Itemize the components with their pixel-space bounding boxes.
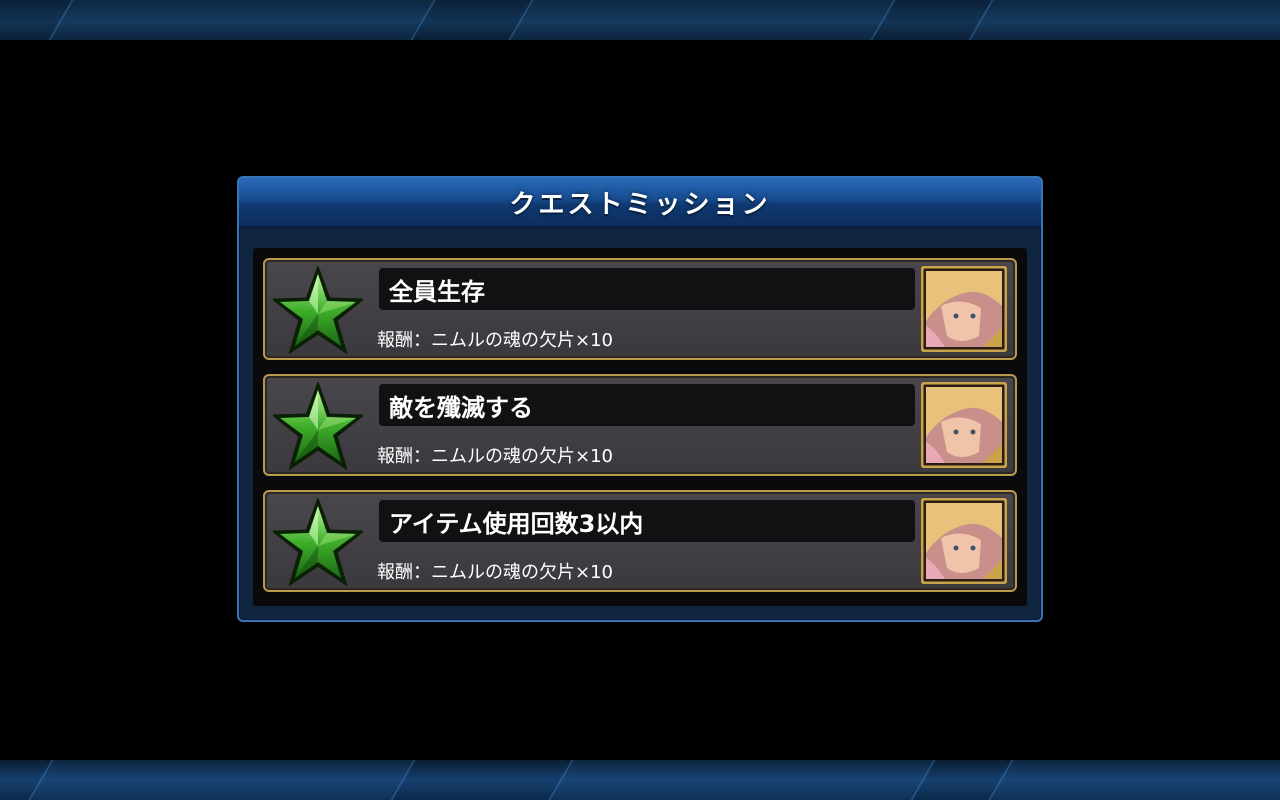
dialog-header: クエストミッション <box>239 178 1041 228</box>
mission-row: 全員生存 報酬：ニムルの魂の欠片×10 <box>263 258 1017 360</box>
green-star-icon <box>273 266 363 354</box>
frame-decoration <box>968 0 1280 40</box>
character-portrait <box>921 382 1007 468</box>
mission-reward: 報酬：ニムルの魂の欠片×10 <box>377 562 613 583</box>
frame-decoration <box>548 760 936 800</box>
mission-row: アイテム使用回数3以内 報酬：ニムルの魂の欠片×10 <box>263 490 1017 592</box>
mission-title: 全員生存 <box>389 277 485 306</box>
green-star-icon <box>273 498 363 586</box>
green-star-icon <box>273 382 363 470</box>
mission-title: 敵を殲滅する <box>389 393 533 422</box>
mission-title-box: 全員生存 <box>379 268 915 310</box>
mission-reward: 報酬：ニムルの魂の欠片×10 <box>377 446 613 467</box>
mission-reward: 報酬：ニムルの魂の欠片×10 <box>377 330 613 351</box>
dialog-title: クエストミッション <box>509 189 771 220</box>
mission-title-box: 敵を殲滅する <box>379 384 915 426</box>
character-portrait <box>921 498 1007 584</box>
frame-decoration <box>508 0 896 40</box>
character-portrait <box>921 266 1007 352</box>
quest-mission-dialog: クエストミッション 全員生存 報酬：ニムルの魂の欠片×10 敵を殲滅する 報酬：… <box>237 176 1043 622</box>
mission-list: 全員生存 報酬：ニムルの魂の欠片×10 敵を殲滅する 報酬：ニムルの魂の欠片×1… <box>253 248 1027 606</box>
mission-title: アイテム使用回数3以内 <box>389 509 644 538</box>
frame-decoration <box>28 760 416 800</box>
frame-decoration <box>988 760 1280 800</box>
top-frame-bar <box>0 0 1280 40</box>
frame-decoration <box>48 0 436 40</box>
mission-row: 敵を殲滅する 報酬：ニムルの魂の欠片×10 <box>263 374 1017 476</box>
bottom-frame-bar <box>0 760 1280 800</box>
mission-title-box: アイテム使用回数3以内 <box>379 500 915 542</box>
